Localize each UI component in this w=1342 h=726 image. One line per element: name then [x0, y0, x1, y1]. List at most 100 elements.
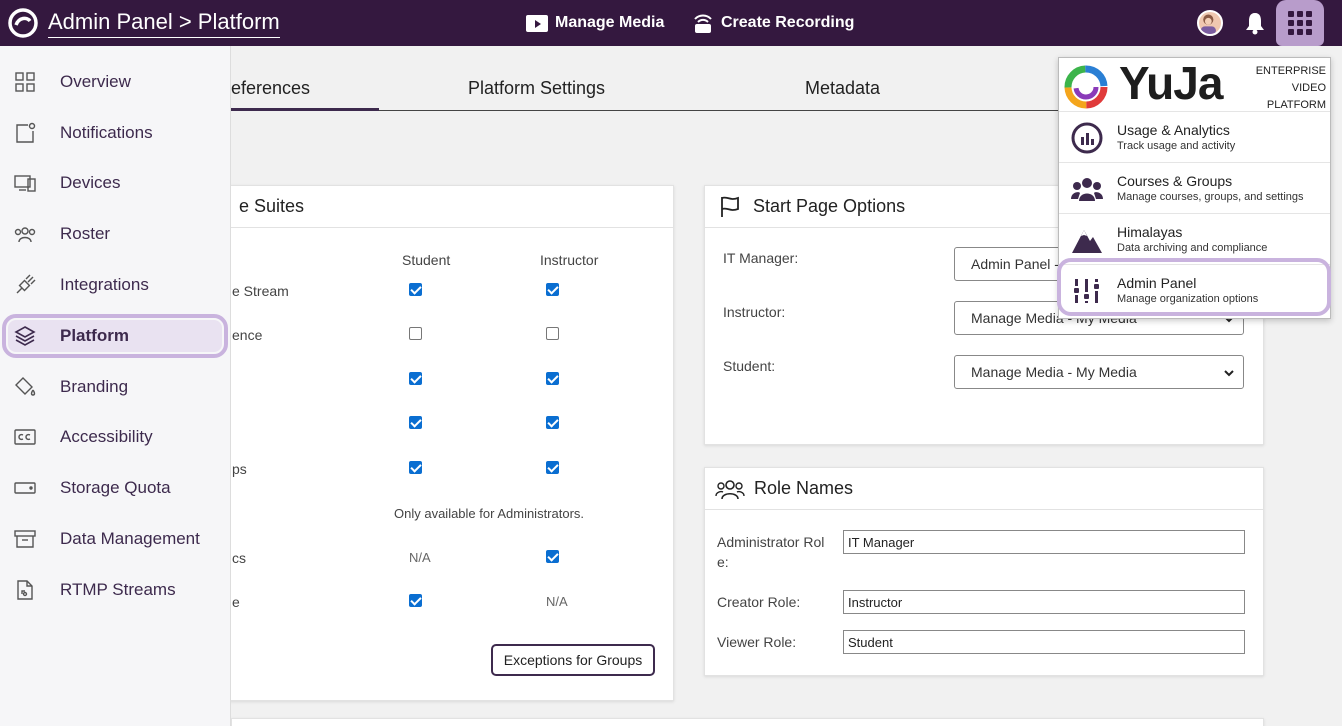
sidebar-item-label: Storage Quota [60, 478, 171, 497]
brand-tagline-line: ENTERPRISE [1255, 65, 1326, 77]
brand-tagline-line: VIDEO [1291, 82, 1326, 94]
apps-menu-item-subtitle: Manage courses, groups, and settings [1117, 191, 1304, 203]
sidebar-item-label: Overview [60, 72, 131, 91]
instructor-checkbox[interactable] [546, 416, 559, 429]
media-folder-icon [526, 15, 548, 32]
apps-menu-item-admin-panel[interactable]: Admin Panel Manage organization options [1059, 264, 1330, 315]
suites-card-title: e Suites [239, 196, 305, 216]
instructor-checkbox[interactable] [546, 550, 559, 563]
instructor-label: Instructor: [723, 304, 786, 320]
recording-icon [694, 14, 712, 33]
suite-row-label: ps [232, 461, 247, 477]
paint-bucket-icon [15, 377, 36, 396]
chevron-down-icon [1224, 370, 1234, 377]
student-checkbox[interactable] [409, 461, 422, 474]
sidebar-item-notifications[interactable]: Notifications [0, 108, 231, 158]
sidebar-item-platform[interactable]: Platform [0, 311, 231, 361]
brand-wordmark: YuJa [1119, 57, 1223, 109]
sliders-icon [1074, 279, 1099, 303]
apps-menu-item-courses-groups[interactable]: Courses & Groups Manage courses, groups,… [1059, 162, 1330, 213]
sidebar-item-overview[interactable]: Overview [0, 57, 231, 107]
notification-icon [16, 122, 36, 143]
yuja-logo-icon[interactable] [7, 7, 39, 39]
manage-media-link[interactable]: Manage Media [525, 12, 664, 34]
bell-icon[interactable] [1244, 11, 1266, 35]
roster-icon [14, 227, 36, 243]
viewer-role-input[interactable]: Student [843, 630, 1245, 654]
exceptions-for-groups-button[interactable]: Exceptions for Groups [491, 644, 655, 676]
apps-grid-icon [1288, 11, 1312, 35]
sidebar-item-devices[interactable]: Devices [0, 158, 231, 208]
suite-row-label: e [232, 594, 240, 610]
sidebar: Overview Notifications Devices Roster In… [0, 46, 231, 726]
sidebar-item-roster[interactable]: Roster [0, 209, 231, 259]
sidebar-item-accessibility[interactable]: Accessibility [0, 412, 231, 462]
viewer-role-label: Viewer Role: [717, 634, 797, 650]
sidebar-item-label: RTMP Streams [60, 580, 176, 599]
administrator-role-label-wrap: e: [717, 554, 729, 570]
suites-card-header: e Suites [201, 186, 673, 228]
creator-role-input[interactable]: Instructor [843, 590, 1245, 614]
student-checkbox[interactable] [409, 327, 422, 340]
sidebar-item-label: Notifications [60, 123, 153, 142]
grid-icon [15, 72, 35, 92]
suite-row-label: e Stream [232, 283, 289, 299]
apps-menu-item-title: Courses & Groups [1117, 173, 1233, 189]
people-icon [715, 480, 745, 500]
sidebar-item-label: Devices [60, 173, 121, 192]
it-manager-select-value: Admin Panel - [971, 256, 1059, 272]
sidebar-item-storage-quota[interactable]: Storage Quota [0, 463, 231, 513]
stream-file-icon [17, 580, 33, 600]
administrator-role-input[interactable]: IT Manager [843, 530, 1245, 554]
student-checkbox[interactable] [409, 416, 422, 429]
role-names-card-header: Role Names [705, 468, 1263, 510]
student-checkbox[interactable] [409, 594, 422, 607]
instructor-checkbox[interactable] [546, 461, 559, 474]
column-header-student: Student [402, 252, 451, 268]
student-checkbox[interactable] [409, 372, 422, 385]
instructor-checkbox[interactable] [546, 372, 559, 385]
sidebar-item-integrations[interactable]: Integrations [0, 260, 231, 310]
sidebar-item-label: Roster [60, 224, 111, 243]
apps-menu-item-himalayas[interactable]: Himalayas Data archiving and compliance [1059, 213, 1330, 264]
sidebar-item-label: Accessibility [60, 427, 153, 446]
manage-media-label: Manage Media [555, 14, 665, 31]
create-recording-link[interactable]: Create Recording [691, 12, 854, 34]
tab-metadata[interactable]: Metadata [805, 78, 880, 99]
apps-menu-item-usage-analytics[interactable]: Usage & Analytics Track usage and activi… [1059, 111, 1330, 162]
cc-icon [14, 429, 36, 445]
mountain-icon [1072, 230, 1102, 253]
sidebar-item-rtmp-streams[interactable]: RTMP Streams [0, 565, 231, 615]
student-select[interactable]: Manage Media - My Media [954, 355, 1244, 389]
create-recording-label: Create Recording [721, 14, 855, 31]
instructor-checkbox[interactable] [546, 327, 559, 340]
apps-menu-item-title: Himalayas [1117, 224, 1183, 240]
creator-role-label: Creator Role: [717, 594, 801, 610]
yuja-swirl-logo-icon [1064, 65, 1108, 109]
devices-icon [14, 175, 36, 192]
user-avatar-icon [1200, 14, 1216, 34]
student-checkbox[interactable] [409, 283, 422, 296]
group-icon [1071, 178, 1103, 201]
na-text: N/A [409, 550, 431, 565]
sidebar-item-label: Data Management [60, 529, 200, 548]
apps-menu-item-title: Usage & Analytics [1117, 122, 1230, 138]
instructor-checkbox[interactable] [546, 283, 559, 296]
sidebar-item-label: Branding [60, 377, 129, 396]
apps-grid-button[interactable] [1276, 0, 1324, 46]
storage-icon [14, 482, 36, 494]
sidebar-item-label: Platform [60, 326, 129, 345]
breadcrumb-title[interactable]: Admin Panel > Platform [48, 9, 280, 38]
plug-icon [16, 274, 36, 294]
analytics-icon [1071, 122, 1103, 154]
apps-menu-item-title: Admin Panel [1117, 275, 1197, 291]
role-names-card-title: Role Names [754, 478, 854, 498]
sidebar-item-branding[interactable]: Branding [0, 362, 231, 412]
archive-icon [14, 530, 36, 548]
apps-menu-brand: YuJa ENTERPRISE VIDEO PLATFORM [1061, 57, 1330, 116]
tab-preferences[interactable]: eferences [231, 78, 310, 99]
tab-platform-settings[interactable]: Platform Settings [468, 78, 605, 99]
user-avatar[interactable] [1197, 10, 1223, 36]
sidebar-item-data-management[interactable]: Data Management [0, 514, 231, 564]
apps-menu-item-subtitle: Data archiving and compliance [1117, 242, 1268, 254]
